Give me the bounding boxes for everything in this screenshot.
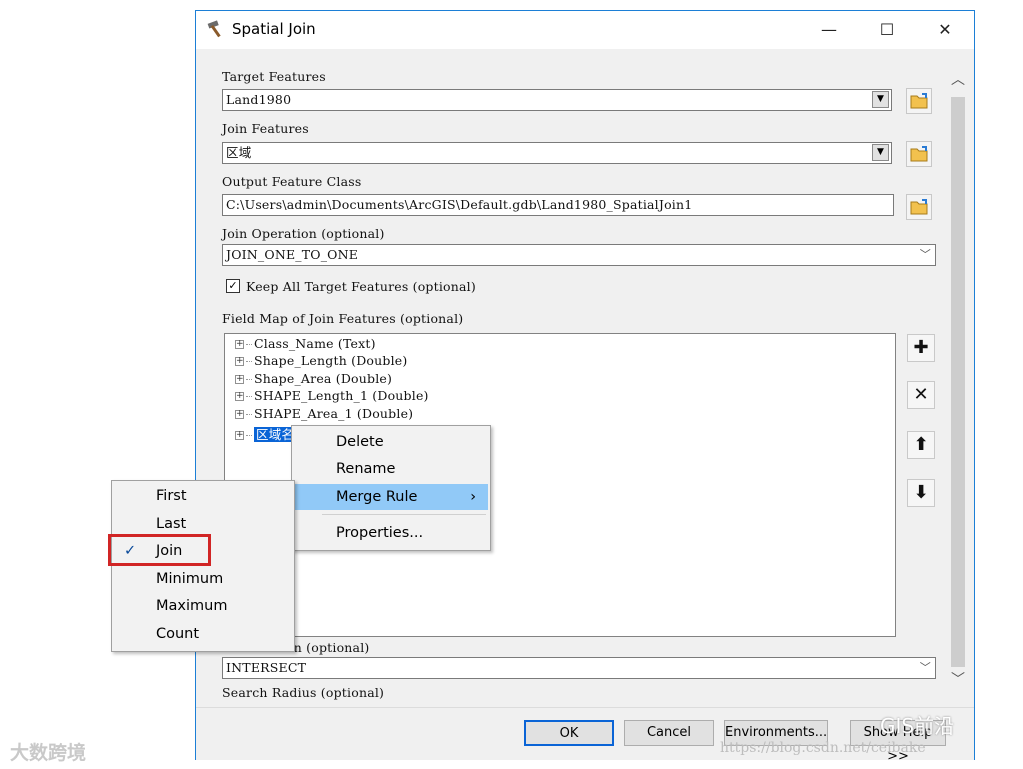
match-option-label: on (optional) [286, 640, 370, 655]
merge-rule-submenu: First Last ✓ Join Minimum Maximum Count [111, 480, 295, 652]
output-feature-class-value: C:\Users\admin\Documents\ArcGIS\Default.… [226, 197, 693, 212]
target-features-label: Target Features [222, 69, 326, 84]
maximize-button[interactable]: ☐ [858, 11, 916, 49]
expand-icon[interactable]: + [235, 340, 244, 349]
cancel-button[interactable]: Cancel [624, 720, 714, 746]
window-title: Spatial Join [232, 20, 316, 38]
tree-item[interactable]: + Shape_Area (Double) [235, 371, 392, 388]
target-features-combo[interactable]: Land1980 [222, 89, 892, 111]
target-features-dropdown-button[interactable]: ▼ [872, 91, 889, 108]
highlight-box [108, 534, 211, 566]
tree-item[interactable]: + SHAPE_Area_1 (Double) [235, 406, 413, 423]
match-option-value: INTERSECT [226, 660, 307, 675]
expand-icon[interactable]: + [235, 431, 244, 440]
close-button[interactable]: ✕ [916, 11, 974, 49]
watermark-right: GIS前沿 [880, 714, 955, 738]
merge-rule-maximum[interactable]: Maximum [114, 593, 292, 620]
spatial-join-dialog: Spatial Join — ☐ ✕ Target Features Land1… [195, 10, 975, 764]
watermark-url: https://blog.csdn.net/ceibake [720, 740, 926, 756]
merge-rule-first[interactable]: First [114, 483, 292, 510]
folder-icon [910, 146, 928, 162]
chevron-down-icon: ﹀ [919, 248, 931, 261]
menu-separator [322, 514, 486, 515]
output-browse-button[interactable] [906, 194, 932, 220]
menu-item-delete[interactable]: Delete [294, 429, 488, 455]
tree-item-selected[interactable]: + 区域名 [235, 424, 297, 442]
menu-item-rename[interactable]: Rename [294, 456, 488, 482]
tree-item[interactable]: + Shape_Length (Double) [235, 353, 407, 370]
minimize-button[interactable]: — [800, 11, 858, 49]
merge-rule-count[interactable]: Count [114, 621, 292, 648]
title-bar[interactable]: Spatial Join — ☐ ✕ [196, 11, 974, 49]
context-menu: Delete Rename Merge Rule › Properties... [291, 425, 491, 551]
watermark-left: 大数跨境 [10, 742, 87, 764]
join-operation-value: JOIN_ONE_TO_ONE [226, 247, 359, 262]
join-features-combo[interactable]: 区域 [222, 142, 892, 164]
join-operation-label: Join Operation (optional) [222, 226, 385, 241]
scroll-down-icon[interactable]: ﹀ [950, 669, 966, 688]
keep-all-checkbox[interactable]: ✓ [226, 279, 240, 293]
expand-icon[interactable]: + [235, 375, 244, 384]
join-features-value: 区域 [226, 145, 252, 160]
keep-all-label: Keep All Target Features (optional) [246, 279, 476, 294]
submenu-arrow-icon: › [470, 489, 476, 505]
join-features-browse-button[interactable] [906, 141, 932, 167]
add-field-button[interactable]: ✚ [907, 334, 935, 362]
scroll-thumb[interactable] [951, 97, 965, 667]
expand-icon[interactable]: + [235, 357, 244, 366]
scroll-up-icon[interactable]: ︿ [950, 69, 966, 88]
chevron-down-icon: ﹀ [919, 661, 931, 674]
remove-field-button[interactable]: ✕ [907, 381, 935, 409]
field-map-label: Field Map of Join Features (optional) [222, 311, 464, 326]
join-features-label: Join Features [222, 121, 309, 136]
output-feature-class-label: Output Feature Class [222, 174, 362, 189]
move-up-button[interactable]: ⬆ [907, 431, 935, 459]
expand-icon[interactable]: + [235, 410, 244, 419]
tree-item[interactable]: + Class_Name (Text) [235, 336, 376, 353]
move-down-button[interactable]: ⬇ [907, 479, 935, 507]
folder-icon [910, 199, 928, 215]
match-option-select[interactable]: INTERSECT ﹀ [222, 657, 936, 679]
merge-rule-minimum[interactable]: Minimum [114, 566, 292, 593]
hammer-icon [207, 20, 221, 38]
folder-icon [910, 93, 928, 109]
join-operation-select[interactable]: JOIN_ONE_TO_ONE ﹀ [222, 244, 936, 266]
menu-item-properties[interactable]: Properties... [294, 520, 488, 546]
target-features-value: Land1980 [226, 92, 292, 107]
tree-item[interactable]: + SHAPE_Length_1 (Double) [235, 388, 429, 405]
join-features-dropdown-button[interactable]: ▼ [872, 144, 889, 161]
output-feature-class-input[interactable]: C:\Users\admin\Documents\ArcGIS\Default.… [222, 194, 894, 216]
ok-button[interactable]: OK [524, 720, 614, 746]
vertical-scrollbar[interactable]: ︿ ﹀ [948, 69, 968, 689]
expand-icon[interactable]: + [235, 392, 244, 401]
search-radius-label: Search Radius (optional) [222, 685, 385, 700]
menu-item-merge-rule[interactable]: Merge Rule › [294, 484, 488, 510]
target-features-browse-button[interactable] [906, 88, 932, 114]
